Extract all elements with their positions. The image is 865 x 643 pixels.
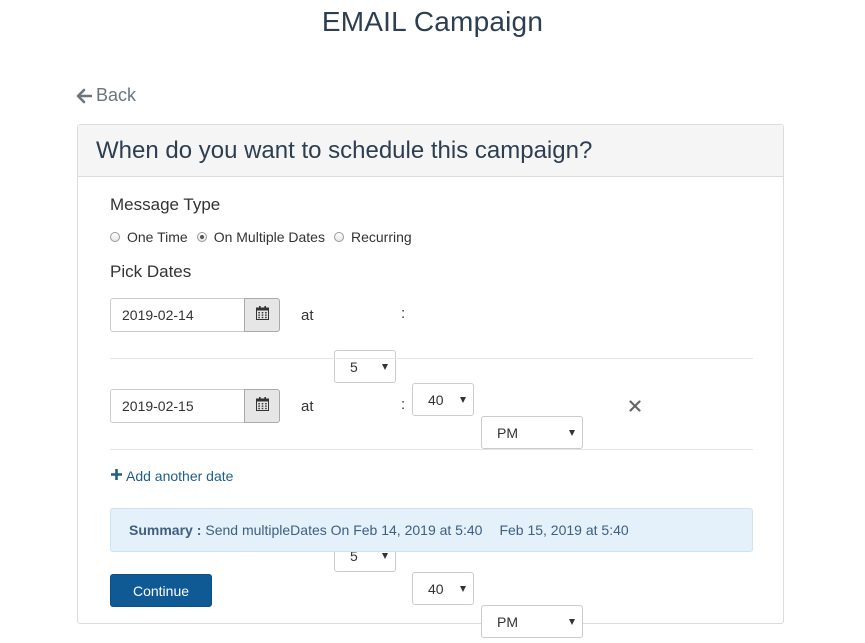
minute-select[interactable]: 40 [412,383,474,416]
radio-label: Recurring [350,229,412,245]
hour-value: 5 [350,358,358,375]
continue-button[interactable]: Continue [110,574,212,607]
remove-date-button[interactable] [629,399,641,417]
hour-select[interactable]: 5 [334,350,396,383]
minute-select[interactable]: 40 [412,572,474,605]
add-date-label: Add another date [126,468,234,484]
radio-label: On Multiple Dates [213,229,325,245]
caret-down-icon [460,397,466,403]
card-header: When do you want to schedule this campai… [78,125,783,177]
back-link[interactable]: Back [76,85,136,106]
caret-down-icon [569,619,575,625]
card-title: When do you want to schedule this campai… [96,136,593,164]
pick-dates-label: Pick Dates [110,262,192,281]
calendar-icon [255,396,269,416]
summary-text-2: Feb 15, 2019 at 5:40 [499,522,629,538]
summary-label: Summary : [129,522,202,538]
radio-button-checked[interactable] [196,232,207,242]
date-input[interactable]: 2019-02-15 [110,389,244,423]
meridiem-select[interactable]: PM [481,605,583,638]
date-picker-1: 2019-02-14 [110,298,280,332]
add-date-link[interactable]: Add another date [110,468,233,484]
radio-button[interactable] [333,232,344,242]
back-label: Back [96,85,137,105]
row-divider [110,358,753,359]
at-label: at [301,398,314,415]
radio-multiple-dates[interactable]: On Multiple Dates [196,229,325,245]
radio-one-time[interactable]: One Time [110,229,188,245]
caret-down-icon [569,430,575,436]
meridiem-value: PM [497,424,518,441]
calendar-icon [255,305,269,325]
caret-down-icon [382,364,388,370]
radio-recurring[interactable]: Recurring [333,229,412,245]
summary-text: Send multipleDates On Feb 14, 2019 at 5:… [205,522,483,538]
minute-value: 40 [428,391,444,408]
message-type-radio-group: One Time On Multiple Dates Recurring [110,229,421,245]
message-type-label: Message Type [110,195,221,214]
at-label: at [301,307,314,324]
radio-button[interactable] [110,232,120,242]
summary-box: Summary : Send multipleDates On Feb 14, … [110,508,753,552]
time-colon: : [401,305,406,322]
meridiem-value: PM [497,613,518,630]
date-input[interactable]: 2019-02-14 [110,298,244,332]
caret-down-icon [382,553,388,559]
schedule-card: When do you want to schedule this campai… [77,124,784,638]
calendar-button[interactable] [244,298,280,332]
page-title: EMAIL Campaign [321,6,544,37]
meridiem-select[interactable]: PM [481,416,583,449]
row-divider [110,449,753,450]
caret-down-icon [460,586,466,592]
minute-value: 40 [428,580,444,597]
radio-label: One Time [127,229,188,245]
plus-icon [110,468,123,484]
time-colon: : [401,396,406,413]
close-icon [629,399,641,416]
calendar-button[interactable] [244,389,280,423]
date-picker-2: 2019-02-15 [110,389,280,423]
arrow-left-icon [76,88,92,104]
